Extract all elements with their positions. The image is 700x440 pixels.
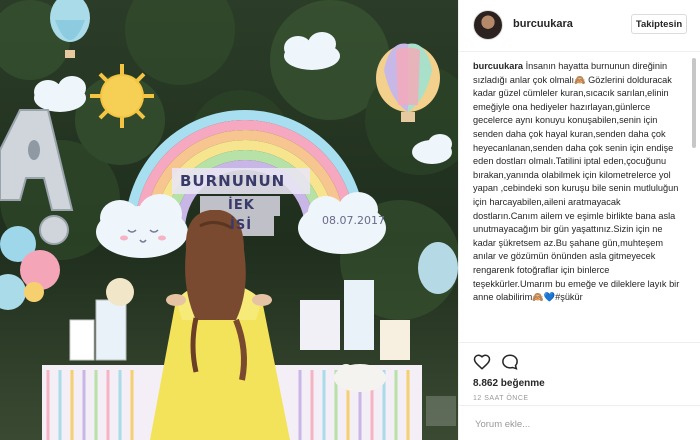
comment-input[interactable] [473,415,677,433]
caption-scrollbar[interactable] [692,58,696,148]
party-scene-illustration [0,0,458,440]
instagram-post: BURNUNUN İEK İSİ 08.07.2017 burcuukara T… [0,0,700,440]
caption-username[interactable]: burcuukara [473,61,523,71]
caption-text: İnsanın hayatta burnunun direğinin sızla… [473,61,680,303]
post-side-panel: burcuukara Takiptesin burcuukara İnsanın… [458,0,700,440]
like-count[interactable]: 8.862 beğenme [473,378,545,389]
post-caption: burcuukara İnsanın hayatta burnunun dire… [473,60,687,342]
post-photo[interactable]: BURNUNUN İEK İSİ 08.07.2017 [0,0,458,440]
post-header: burcuukara Takiptesin [459,0,700,52]
comment-icon[interactable] [501,353,519,371]
banner-line-3: İSİ [230,218,253,233]
following-button[interactable]: Takiptesin [631,14,687,34]
banner-line-1: BURNUNUN [180,172,286,190]
header-username[interactable]: burcuukara [513,18,573,30]
banner-date: 08.07.2017 [322,214,385,227]
post-time: 12 SAAT ÖNCE [473,395,529,402]
banner-line-2: İEK [228,198,255,213]
heart-icon[interactable] [473,353,491,371]
comment-bar [459,405,700,440]
avatar[interactable] [473,10,503,40]
